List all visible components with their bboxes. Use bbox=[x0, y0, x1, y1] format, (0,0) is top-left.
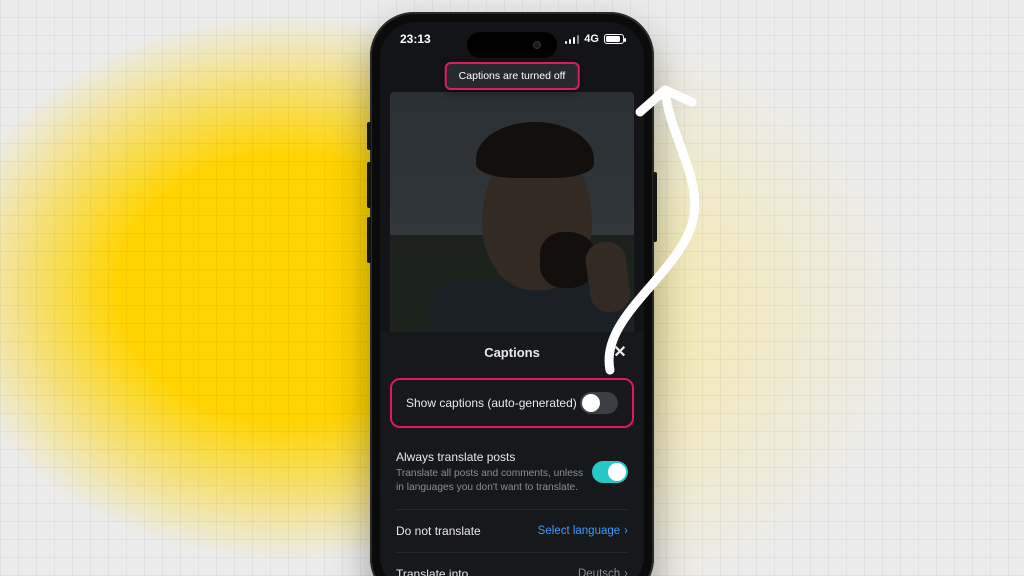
side-button bbox=[367, 162, 371, 208]
sheet-header: Captions ✕ bbox=[380, 332, 644, 372]
do-not-translate-label: Do not translate bbox=[396, 524, 481, 538]
captions-sheet: Captions ✕ Show captions (auto-generated… bbox=[380, 332, 644, 576]
show-captions-label: Show captions (auto-generated) bbox=[406, 396, 577, 410]
video-thumbnail bbox=[390, 92, 634, 352]
side-button bbox=[367, 217, 371, 263]
side-button bbox=[653, 172, 657, 242]
close-icon[interactable]: ✕ bbox=[610, 342, 630, 362]
side-button bbox=[367, 122, 371, 150]
do-not-translate-value: Select language bbox=[538, 525, 620, 537]
translate-into-label: Translate into bbox=[396, 567, 468, 576]
select-language-button[interactable]: Select language › bbox=[538, 525, 628, 537]
divider bbox=[396, 552, 628, 553]
phone-screen: 23:13 4G Captions are turned off Caption… bbox=[380, 22, 644, 576]
stage: 23:13 4G Captions are turned off Caption… bbox=[0, 0, 1024, 576]
translate-into-button[interactable]: Deutsch › bbox=[578, 568, 628, 576]
always-translate-label: Always translate posts bbox=[396, 450, 592, 464]
always-translate-row[interactable]: Always translate posts Translate all pos… bbox=[380, 434, 644, 507]
divider bbox=[396, 509, 628, 510]
chevron-right-icon: › bbox=[624, 525, 628, 537]
show-captions-row[interactable]: Show captions (auto-generated) bbox=[390, 378, 634, 428]
always-translate-toggle[interactable] bbox=[592, 461, 628, 483]
captions-off-toast: Captions are turned off bbox=[445, 62, 580, 90]
sheet-title: Captions bbox=[484, 345, 540, 360]
do-not-translate-row[interactable]: Do not translate Select language › bbox=[380, 512, 644, 550]
translate-into-value: Deutsch bbox=[578, 568, 620, 576]
phone-frame: 23:13 4G Captions are turned off Caption… bbox=[370, 12, 654, 576]
signal-icon bbox=[565, 34, 580, 44]
battery-icon bbox=[604, 34, 624, 44]
status-time: 23:13 bbox=[400, 32, 431, 46]
always-translate-sub: Translate all posts and comments, unless… bbox=[396, 467, 592, 495]
show-captions-toggle[interactable] bbox=[580, 392, 618, 414]
network-label: 4G bbox=[584, 33, 599, 45]
chevron-right-icon: › bbox=[624, 568, 628, 576]
translate-into-row[interactable]: Translate into Deutsch › bbox=[380, 555, 644, 576]
dynamic-island bbox=[467, 32, 557, 58]
